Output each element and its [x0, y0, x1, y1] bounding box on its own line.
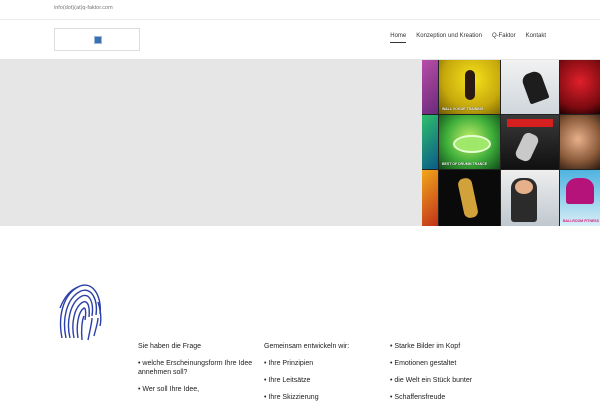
album-cover[interactable]: [501, 115, 559, 169]
album-cover[interactable]: [560, 60, 600, 114]
main-nav: Home Konzeption und Kreation Q-Faktor Ko…: [390, 33, 546, 43]
nav-q-faktor[interactable]: Q-Faktor: [492, 33, 516, 43]
album-cover[interactable]: BEST OF DRUMM TRANCE: [439, 115, 500, 169]
image-icon: [94, 36, 102, 44]
intro-bullet: • Ihre Prinzipien: [264, 360, 314, 367]
intro-text: Sie haben die Frage: [138, 343, 202, 350]
album-cover[interactable]: [439, 170, 500, 226]
site-header: Home Konzeption und Kreation Q-Faktor Ko…: [0, 20, 600, 60]
album-cover[interactable]: WALL VOGUE TRAINING: [439, 60, 500, 114]
top-bar: info(dot)(at)q-faktor.com: [0, 0, 600, 20]
intro-bullet: • Ihre Leitsätze: [264, 377, 311, 384]
album-cover[interactable]: [501, 170, 559, 226]
intro-bullet: • die Welt ein Stück bunter: [390, 377, 473, 384]
album-cover[interactable]: [422, 170, 438, 226]
intro-bullet: • Wer soll Ihre Idee,: [138, 386, 200, 393]
intro-text: Gemeinsam entwickeln wir:: [264, 343, 350, 350]
intro-column-questions: Sie haben die Frage • welche Erscheinung…: [138, 342, 254, 402]
site-logo[interactable]: [54, 28, 140, 51]
intro-bullet: • welche Erscheinungsform Ihre Idee anne…: [138, 360, 253, 376]
album-cover[interactable]: [422, 115, 438, 169]
album-cover[interactable]: [560, 115, 600, 169]
intro-bullet: • Emotionen gestaltet: [390, 360, 457, 367]
intro-bullet: • Ihre Skizzierung: [264, 394, 319, 401]
nav-home[interactable]: Home: [390, 33, 407, 43]
intro-bullet: • Starke Bilder im Kopf: [390, 343, 461, 350]
album-cover-grid: WALL VOGUE TRAINING BEST OF DRUMM TRANCE…: [422, 60, 600, 226]
nav-konzeption[interactable]: Konzeption und Kreation: [416, 33, 482, 43]
album-cover[interactable]: [501, 60, 559, 114]
nav-kontakt[interactable]: Kontakt: [526, 33, 546, 43]
album-cover[interactable]: BALLROOM FITNESS: [560, 170, 600, 226]
contact-email[interactable]: info(dot)(at)q-faktor.com: [54, 5, 113, 11]
album-cover[interactable]: [422, 60, 438, 114]
hero-slider-area: [0, 60, 422, 226]
intro-bullet: • Schaffensfreude: [390, 394, 446, 401]
fingerprint-icon: [59, 284, 102, 341]
